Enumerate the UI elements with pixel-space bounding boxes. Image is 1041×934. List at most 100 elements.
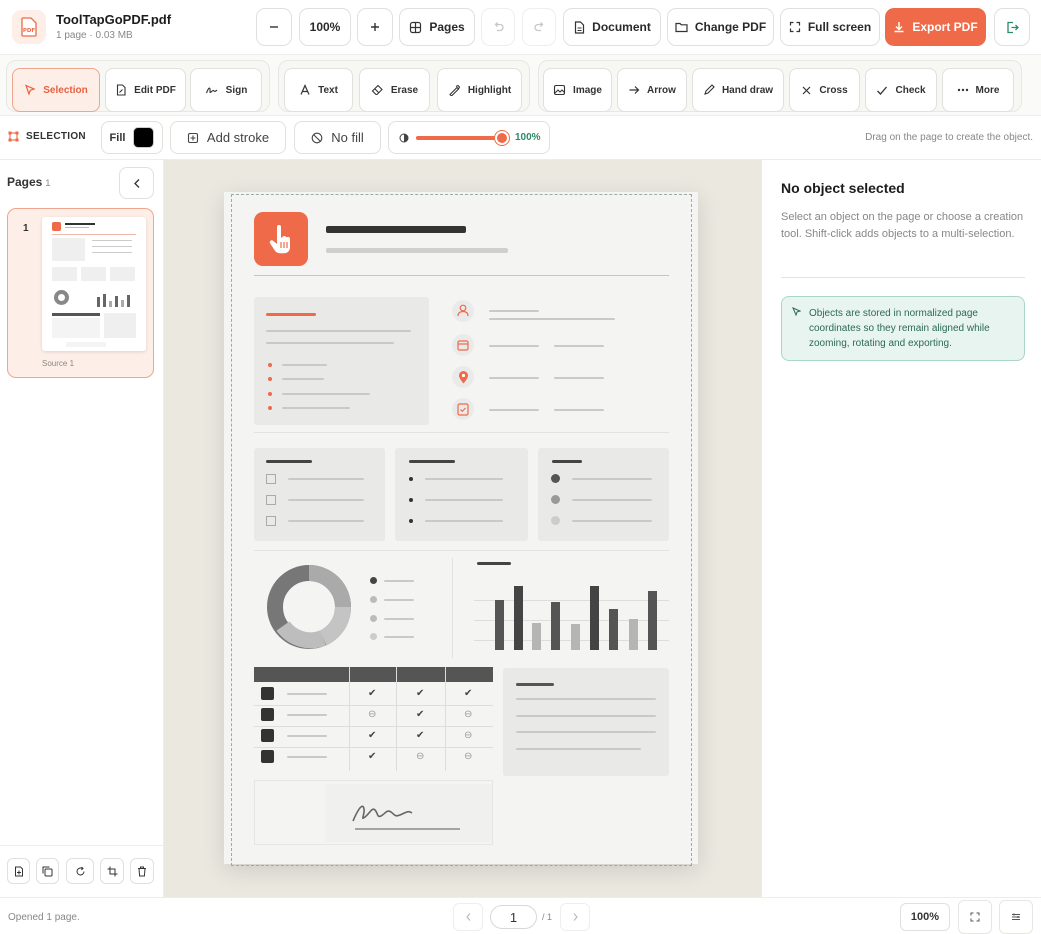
zoom-out-button[interactable] xyxy=(256,8,292,46)
download-icon xyxy=(893,21,905,33)
arrow-right-icon xyxy=(628,84,640,96)
add-stroke-label: Add stroke xyxy=(206,130,270,145)
plus-icon xyxy=(369,21,381,33)
exit-button[interactable] xyxy=(994,8,1030,46)
no-fill-icon xyxy=(311,132,323,144)
pages-count: 1 xyxy=(45,178,51,188)
cursor-icon xyxy=(792,307,801,316)
pages-title: Pages xyxy=(7,175,43,189)
status-bar: Opened 1 page. / 1 100% xyxy=(0,897,1041,934)
page-number-input[interactable] xyxy=(490,905,537,929)
tool-check-label: Check xyxy=(895,84,926,96)
minus-icon xyxy=(268,21,280,33)
zoom-in-button[interactable] xyxy=(357,8,393,46)
add-page-icon xyxy=(14,866,24,877)
export-pdf-label: Export PDF xyxy=(912,20,978,34)
tool-row: Selection Edit PDF Sign Text Erase Highl… xyxy=(0,55,1041,116)
chevron-left-icon xyxy=(133,178,141,189)
svg-text:PDF: PDF xyxy=(23,28,36,34)
document-button[interactable]: Document xyxy=(563,8,661,46)
fill-label: Fill xyxy=(109,131,126,144)
info-callout: Objects are stored in normalized page co… xyxy=(781,296,1025,361)
add-page-button[interactable] xyxy=(7,858,30,884)
tool-highlight-label: Highlight xyxy=(467,84,512,96)
delete-page-button[interactable] xyxy=(130,858,154,884)
document-label: Document xyxy=(592,20,651,34)
no-fill-label: No fill xyxy=(331,130,364,145)
exit-icon xyxy=(1006,21,1019,34)
prev-page-button[interactable] xyxy=(453,903,483,931)
selection-title: SELECTION xyxy=(26,131,86,142)
fullscreen-icon xyxy=(789,21,801,33)
redo-icon xyxy=(533,21,546,34)
sliders-icon xyxy=(1011,912,1021,922)
collapse-sidebar-button[interactable] xyxy=(119,167,154,199)
stroke-square-icon xyxy=(187,132,199,144)
document-icon xyxy=(573,20,585,34)
properties-title: No object selected xyxy=(781,180,905,196)
page-total: / 1 xyxy=(542,912,553,922)
sidebar-footer xyxy=(0,845,164,897)
duplicate-page-button[interactable] xyxy=(36,858,59,884)
pages-button[interactable]: Pages xyxy=(399,8,475,46)
pages-label: Pages xyxy=(429,20,465,34)
crop-page-button[interactable] xyxy=(100,858,124,884)
tool-selection-label: Selection xyxy=(43,84,88,96)
opacity-slider-handle[interactable] xyxy=(495,130,509,145)
tool-text[interactable]: Text xyxy=(284,68,353,112)
undo-button[interactable] xyxy=(481,8,515,46)
rotate-icon xyxy=(75,866,86,877)
properties-divider xyxy=(781,277,1025,278)
crop-icon xyxy=(107,866,118,877)
tool-hand-draw[interactable]: Hand draw xyxy=(692,68,784,112)
tool-selection[interactable]: Selection xyxy=(12,68,100,112)
file-meta: 1 page · 0.03 MB xyxy=(56,30,133,41)
tool-arrow[interactable]: Arrow xyxy=(617,68,687,112)
fullscreen-label: Full screen xyxy=(807,20,872,34)
tool-erase[interactable]: Erase xyxy=(359,68,430,112)
tool-sign[interactable]: Sign xyxy=(190,68,262,112)
thumbnail-preview xyxy=(42,217,146,351)
export-pdf-button[interactable]: Export PDF xyxy=(885,8,986,46)
fill-control[interactable]: Fill xyxy=(101,121,163,154)
next-page-button[interactable] xyxy=(560,903,590,931)
page-selection-frame xyxy=(231,194,692,866)
tool-check[interactable]: Check xyxy=(865,68,937,112)
more-icon xyxy=(957,88,969,92)
fullscreen-button[interactable]: Full screen xyxy=(780,8,880,46)
tool-arrow-label: Arrow xyxy=(647,84,676,96)
settings-menu-button[interactable] xyxy=(999,900,1033,934)
tool-cross[interactable]: Cross xyxy=(789,68,860,112)
properties-panel: No object selected Select an object on t… xyxy=(761,160,1041,897)
image-icon xyxy=(553,84,566,96)
tool-erase-label: Erase xyxy=(390,84,419,96)
tool-edit-pdf[interactable]: Edit PDF xyxy=(105,68,186,112)
grid-icon xyxy=(409,21,422,34)
zoom-value-button[interactable]: 100% xyxy=(299,8,351,46)
tool-cross-label: Cross xyxy=(819,84,848,96)
fit-screen-icon xyxy=(970,912,980,922)
tool-image[interactable]: Image xyxy=(543,68,612,112)
opacity-control: 100% xyxy=(388,121,550,154)
opacity-slider[interactable] xyxy=(416,130,509,145)
tool-text-label: Text xyxy=(318,84,338,96)
tool-highlight[interactable]: Highlight xyxy=(437,68,522,112)
zoom-value: 100% xyxy=(309,20,341,34)
folder-icon xyxy=(675,21,688,33)
document-canvas[interactable]: ✔ ✔ ✔ ⊖ ✔ ⊖ ✔ ✔ ⊖ ✔ ⊖ ⊖ xyxy=(164,160,761,897)
redo-button[interactable] xyxy=(522,8,556,46)
undo-icon xyxy=(492,21,505,34)
eraser-icon xyxy=(371,84,384,96)
rotate-page-button[interactable] xyxy=(66,858,94,884)
page-thumbnail-card[interactable]: 1 Source 1 xyxy=(7,208,154,378)
tool-more[interactable]: More xyxy=(942,68,1014,112)
fit-page-button[interactable] xyxy=(958,900,992,934)
add-stroke-button[interactable]: Add stroke xyxy=(170,121,286,154)
status-zoom-button[interactable]: 100% xyxy=(900,903,950,931)
opacity-icon xyxy=(399,133,409,143)
cross-icon xyxy=(801,85,812,96)
no-fill-button[interactable]: No fill xyxy=(294,121,381,154)
fill-color-swatch[interactable] xyxy=(133,127,155,148)
change-pdf-button[interactable]: Change PDF xyxy=(667,8,774,46)
pdf-page[interactable]: ✔ ✔ ✔ ⊖ ✔ ⊖ ✔ ✔ ⊖ ✔ ⊖ ⊖ xyxy=(224,192,698,866)
